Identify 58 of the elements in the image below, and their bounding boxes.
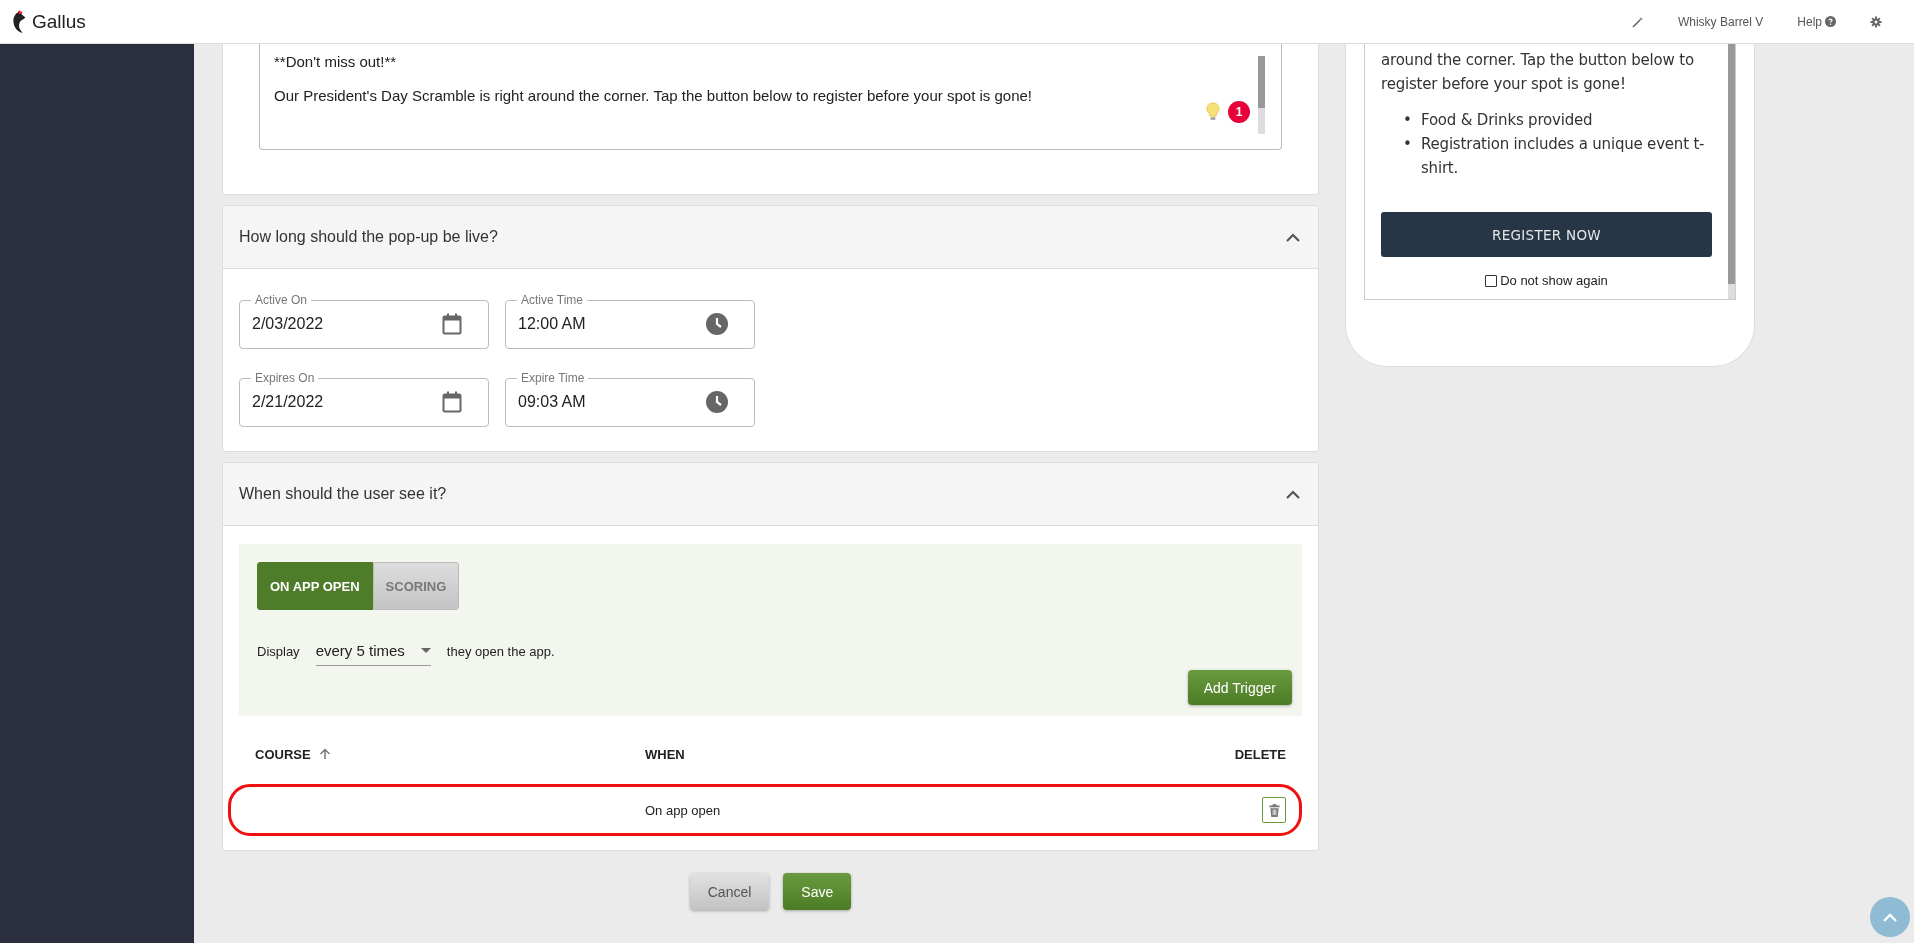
preview-text: around the corner. Tap the button below to register before your spot is gone!: [1381, 50, 1695, 95]
field-label: Active Time: [520, 293, 584, 307]
cancel-button[interactable]: Cancel: [689, 873, 770, 910]
bullet-mark: •: [1403, 134, 1411, 155]
field-label: Active On: [254, 293, 309, 307]
field-label: Expire Time: [520, 371, 586, 385]
settings-icon[interactable]: [1870, 15, 1882, 28]
caret-down-icon[interactable]: [420, 648, 431, 653]
column-header: DELETE: [1233, 746, 1286, 762]
issue-count-badge[interactable]: 1: [1228, 101, 1250, 123]
save-button[interactable]: Save: [783, 873, 852, 910]
input-field[interactable]: Active Time 12:00 AM: [505, 293, 755, 349]
scrollbar[interactable]: [1728, 44, 1735, 299]
display-label: Display: [257, 643, 300, 659]
column-header: WHEN: [645, 746, 686, 762]
checkbox-label[interactable]: Do not show again: [1500, 273, 1608, 288]
frequency-dropdown[interactable]: every 5 times: [315, 636, 431, 666]
register-button[interactable]: REGISTER NOW: [1381, 212, 1712, 257]
section-title: How long should the pop-up be live?: [239, 228, 498, 246]
bullet-item: Food & Drinks provided: [1421, 110, 1593, 131]
message-editor[interactable]: **Don't miss out!** Our President's Day Scramble is right around the corner. Tap the button below to register before your spot is gone! 1: [259, 44, 1282, 150]
table-cell-text: On app open: [645, 802, 722, 818]
question-circle-icon[interactable]: [1825, 16, 1836, 27]
column-header-text: COURSE: [255, 746, 311, 762]
chevron-icon[interactable]: [1286, 232, 1300, 242]
bullet-item: Registration includes a unique event t-shirt.: [1421, 134, 1706, 179]
help-link[interactable]: Help: [1797, 14, 1822, 29]
input-field[interactable]: Expire Time 09:03 AM: [505, 371, 755, 427]
field-value: 12:00 AM: [518, 314, 586, 333]
scrollbar[interactable]: [1258, 56, 1265, 134]
delete-button[interactable]: [1262, 797, 1286, 823]
input-field[interactable]: Active On 2/03/2022: [239, 293, 489, 349]
section-title: When should the user see it?: [239, 485, 447, 503]
display-suffix: they open the app.: [446, 643, 555, 659]
section-header[interactable]: How long should the pop-up be live?: [223, 206, 1318, 269]
account-link[interactable]: Whisky Barrel V: [1677, 14, 1764, 29]
section-header[interactable]: When should the user see it?: [223, 463, 1318, 526]
checkbox[interactable]: [1485, 274, 1498, 287]
bullet-mark: •: [1403, 110, 1411, 131]
add-trigger-button[interactable]: Add Trigger: [1187, 670, 1292, 705]
calendar-icon[interactable]: [442, 312, 462, 335]
sort-up-arrow-icon[interactable]: [318, 748, 331, 760]
mode-toggle-button[interactable]: ON APP OPEN: [257, 562, 373, 610]
column-header[interactable]: COURSE: [255, 746, 645, 762]
clock-icon[interactable]: [706, 312, 728, 335]
chevron-icon[interactable]: [1286, 489, 1300, 499]
brand-name[interactable]: Gallus: [32, 10, 86, 33]
magic-wand-icon[interactable]: [1631, 15, 1644, 28]
clock-icon[interactable]: [706, 390, 728, 413]
input-field[interactable]: Expires On 2/21/2022: [239, 371, 489, 427]
calendar-icon[interactable]: [442, 390, 462, 413]
trash-icon[interactable]: [1268, 803, 1280, 817]
message-text: Our President's Day Scramble is right around the corner. Tap the button below to register before your spot is gone!: [274, 87, 1033, 104]
field-label: Expires On: [254, 371, 316, 385]
field-value: 2/21/2022: [252, 392, 324, 411]
field-value: 09:03 AM: [518, 392, 586, 411]
message-text: **Don't miss out!**: [274, 53, 398, 70]
field-value: 2/03/2022: [252, 314, 324, 333]
